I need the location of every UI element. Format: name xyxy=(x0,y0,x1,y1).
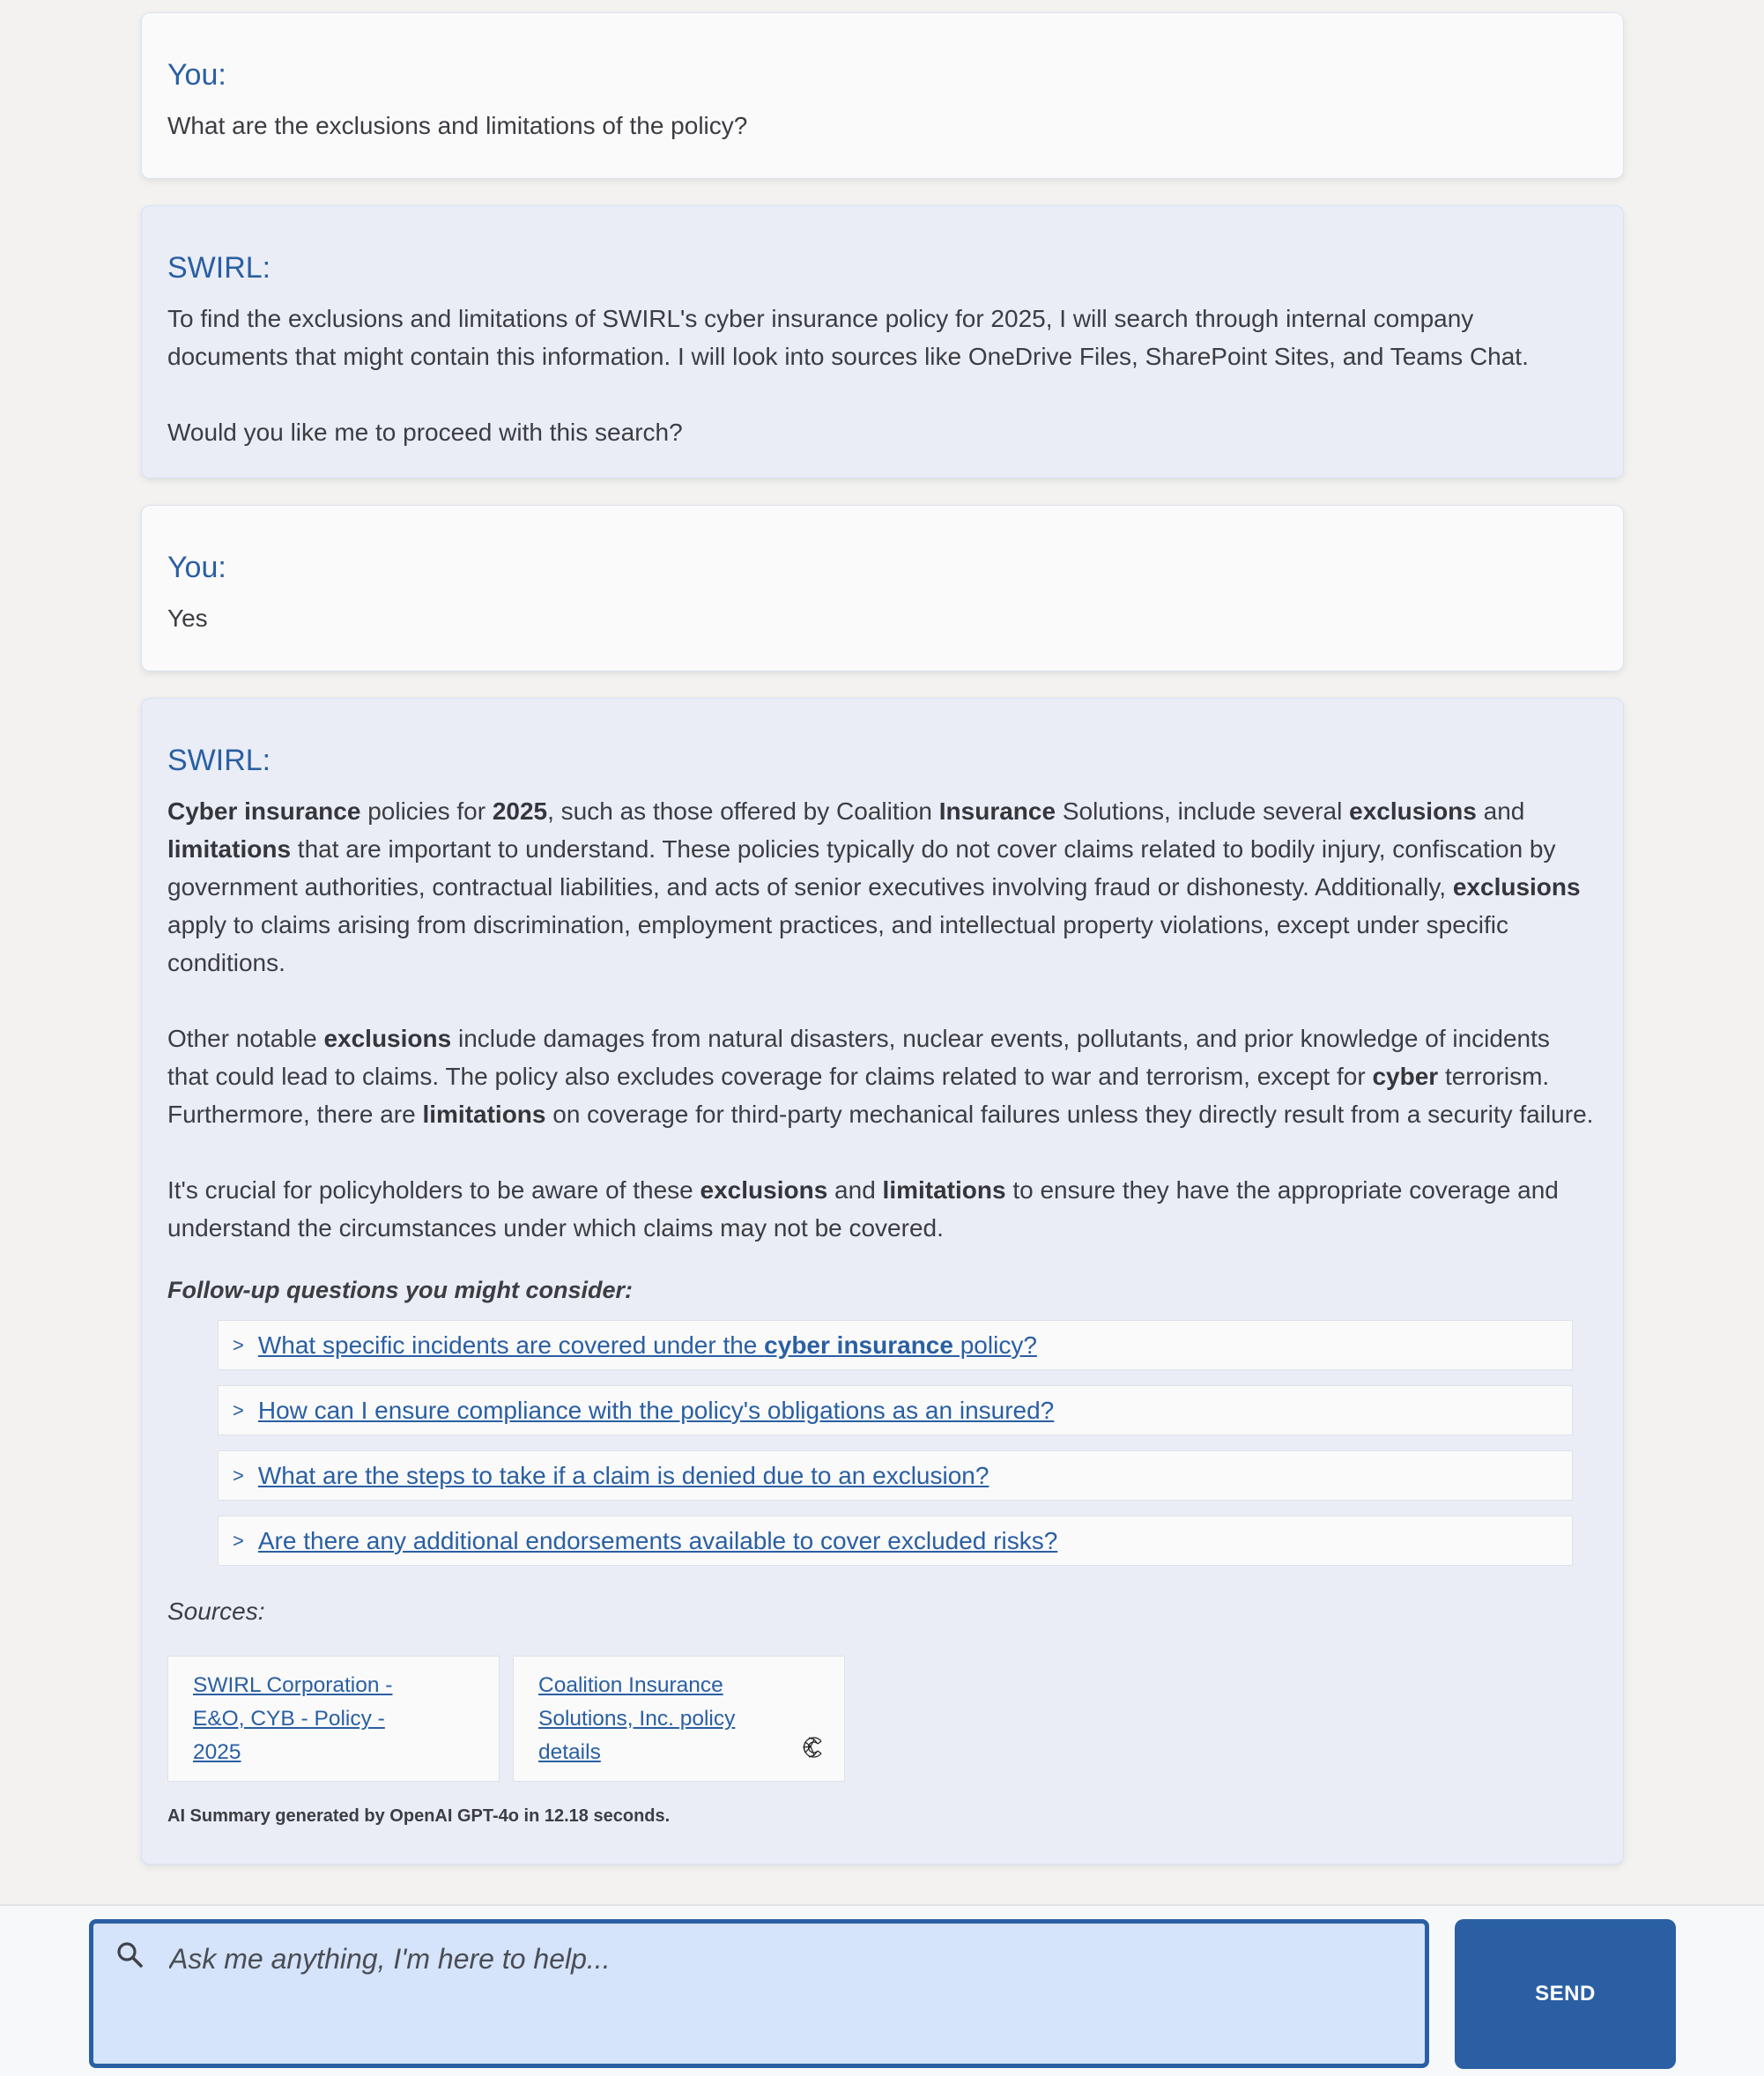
text-run: and xyxy=(1476,797,1525,825)
emphasized-text: 2025 xyxy=(492,797,548,825)
answer-paragraph: Cyber insurance policies for 2025, such … xyxy=(167,792,1597,982)
message-text: What are the exclusions and limitations … xyxy=(167,112,748,139)
search-icon xyxy=(117,1942,143,1968)
chevron-right-icon: > xyxy=(233,1464,244,1487)
answer-paragraph: It's crucial for policyholders to be awa… xyxy=(167,1171,1597,1247)
message-paragraph: To find the exclusions and limitations o… xyxy=(167,300,1597,375)
assistant-message: SWIRL: To find the exclusions and limita… xyxy=(141,205,1624,478)
message-body: To find the exclusions and limitations o… xyxy=(167,300,1597,451)
message-text: Yes xyxy=(167,604,208,632)
source-link[interactable]: SWIRL Corporation - E&O, CYB - Policy - … xyxy=(193,1669,396,1769)
text-run: policy? xyxy=(952,1331,1037,1359)
assistant-answer: SWIRL: Cyber insurance policies for 2025… xyxy=(141,698,1624,1865)
answer-paragraph: Other notable exclusions include damages… xyxy=(167,1019,1597,1133)
text-run: that are important to understand. These … xyxy=(167,835,1556,901)
followup-item[interactable]: > What are the steps to take if a claim … xyxy=(218,1450,1573,1501)
followup-item[interactable]: > How can I ensure compliance with the p… xyxy=(218,1385,1573,1435)
text-run: apply to claims arising from discriminat… xyxy=(167,911,1509,976)
followup-heading: Follow-up questions you might consider: xyxy=(167,1277,633,1303)
message-text: To find the exclusions and limitations o… xyxy=(167,305,1529,370)
text-run: and xyxy=(827,1176,883,1204)
user-message: You: What are the exclusions and limitat… xyxy=(141,12,1624,179)
message-paragraph: What are the exclusions and limitations … xyxy=(167,107,1597,145)
message-body: What are the exclusions and limitations … xyxy=(167,107,1597,152)
text-run: How can I ensure compliance with the pol… xyxy=(257,1396,1055,1424)
text-run: Are there any additional endorsements av… xyxy=(257,1526,1058,1554)
chat-input[interactable] xyxy=(167,1936,1405,1982)
emphasized-text: exclusions xyxy=(700,1176,828,1204)
message-text: Would you like me to proceed with this s… xyxy=(167,419,683,446)
message-paragraph: Would you like me to proceed with this s… xyxy=(167,413,1597,451)
send-button[interactable]: SEND xyxy=(1455,1919,1676,2069)
emphasized-text: cyber xyxy=(1372,1063,1439,1090)
ai-summary-note: AI Summary generated by OpenAI GPT-4o in… xyxy=(167,1806,671,1826)
emphasized-text: cyber insurance xyxy=(764,1331,953,1359)
emphasized-text: limitations xyxy=(167,835,292,863)
chat-input-box[interactable] xyxy=(89,1919,1429,2068)
emphasized-text: limitations xyxy=(422,1101,546,1128)
followup-list: > What specific incidents are covered un… xyxy=(218,1320,1573,1566)
speaker-label: You: xyxy=(167,58,226,92)
emphasized-text: exclusions xyxy=(1452,873,1581,901)
text-run: Solutions, include several xyxy=(1056,797,1350,825)
emphasized-text: Cyber insurance xyxy=(167,797,361,825)
speaker-label: SWIRL: xyxy=(167,251,271,285)
emphasized-text: exclusions xyxy=(1349,797,1477,825)
chevron-right-icon: > xyxy=(233,1529,244,1552)
chevron-right-icon: > xyxy=(233,1398,244,1421)
source-card[interactable]: SWIRL Corporation - E&O, CYB - Policy - … xyxy=(167,1656,500,1782)
text-run: What specific incidents are covered unde… xyxy=(257,1331,765,1359)
followup-item[interactable]: > Are there any additional endorsements … xyxy=(218,1516,1573,1566)
followup-link[interactable]: Are there any additional endorsements av… xyxy=(258,1527,1057,1555)
speaker-label: You: xyxy=(167,551,226,584)
text-run: policies for xyxy=(360,797,493,825)
text-run: What are the steps to take if a claim is… xyxy=(257,1461,989,1489)
sources-list: SWIRL Corporation - E&O, CYB - Policy - … xyxy=(167,1656,1597,1782)
source-link[interactable]: Coalition Insurance Solutions, Inc. poli… xyxy=(538,1669,741,1769)
text-run: Other notable xyxy=(167,1025,324,1052)
message-body: Yes xyxy=(167,599,1597,644)
user-message: You: Yes xyxy=(141,505,1624,671)
coalition-logo-icon xyxy=(803,1737,822,1758)
text-run: It's crucial for policyholders to be awa… xyxy=(167,1176,700,1204)
followup-link[interactable]: What are the steps to take if a claim is… xyxy=(258,1462,989,1490)
text-run: , such as those offered by Coalition xyxy=(547,797,939,825)
speaker-label: SWIRL: xyxy=(167,744,271,777)
message-paragraph: Yes xyxy=(167,599,1597,637)
emphasized-text: exclusions xyxy=(323,1025,452,1052)
source-card[interactable]: Coalition Insurance Solutions, Inc. poli… xyxy=(513,1656,845,1782)
answer-body: Cyber insurance policies for 2025, such … xyxy=(167,792,1597,1247)
followup-link[interactable]: How can I ensure compliance with the pol… xyxy=(258,1397,1054,1425)
emphasized-text: Insurance xyxy=(938,797,1056,825)
followup-item[interactable]: > What specific incidents are covered un… xyxy=(218,1320,1573,1370)
sources-heading: Sources: xyxy=(167,1598,265,1625)
composer-bar: SEND xyxy=(0,1904,1764,2076)
text-run: on coverage for third-party mechanical f… xyxy=(545,1101,1594,1128)
chevron-right-icon: > xyxy=(233,1333,244,1356)
followup-link[interactable]: What specific incidents are covered unde… xyxy=(258,1331,1037,1360)
chat-transcript: You: What are the exclusions and limitat… xyxy=(141,12,1624,1891)
emphasized-text: limitations xyxy=(882,1176,1006,1204)
